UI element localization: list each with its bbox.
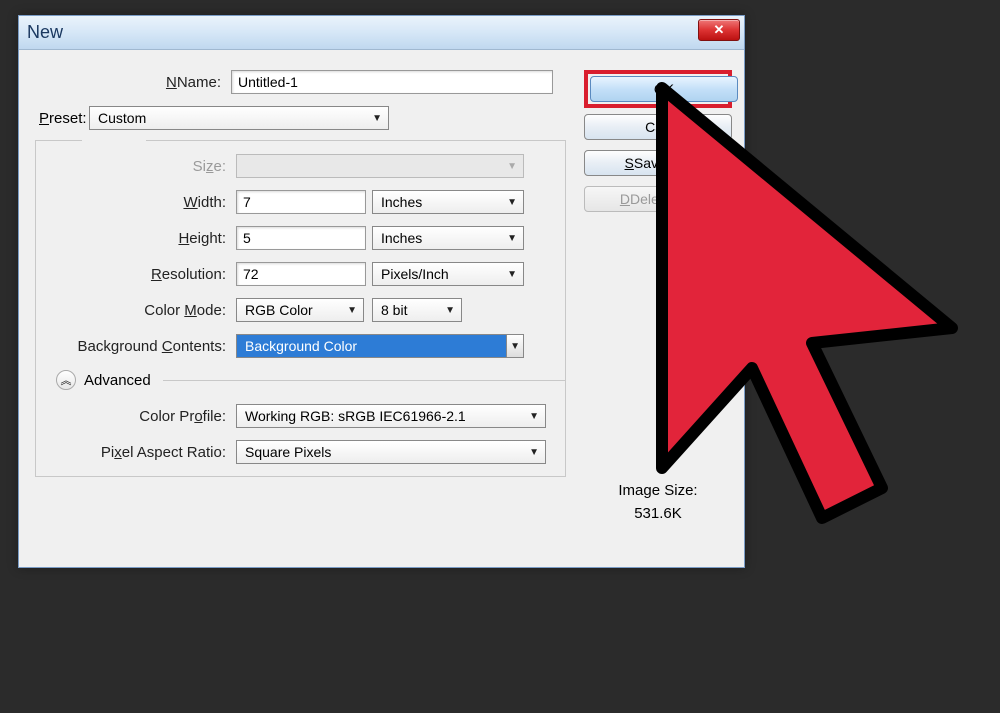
chevron-down-icon: ▼	[529, 411, 539, 422]
chevron-up-icon: ︽	[61, 372, 72, 388]
new-document-dialog: New ✕ NName: Preset: Custom ▼	[18, 15, 745, 568]
ok-button[interactable]: OK	[590, 76, 738, 102]
save-preset-button[interactable]: SSave Pre	[584, 150, 732, 176]
cancel-button[interactable]: Can	[584, 114, 732, 140]
name-label: NName:	[31, 74, 231, 91]
pixel-aspect-label: Pixel Aspect Ratio:	[36, 444, 236, 461]
titlebar[interactable]: New ✕	[19, 16, 744, 50]
height-input[interactable]	[236, 226, 366, 250]
color-profile-select[interactable]: Working RGB: sRGB IEC61966-2.1 ▼	[236, 404, 546, 428]
width-input[interactable]	[236, 190, 366, 214]
advanced-label: Advanced	[84, 372, 151, 389]
resolution-label: Resolution:	[36, 266, 236, 283]
resolution-input[interactable]	[236, 262, 366, 286]
color-mode-label: Color Mode:	[36, 302, 236, 319]
color-profile-label: Color Profile:	[36, 408, 236, 425]
close-icon: ✕	[714, 22, 725, 38]
chevron-down-icon: ▼	[445, 305, 455, 316]
preset-label: Preset:	[39, 110, 89, 127]
bg-contents-label: Background Contents:	[36, 338, 236, 355]
image-size-value: 531.6K	[584, 505, 732, 522]
close-button[interactable]: ✕	[698, 19, 740, 41]
advanced-toggle[interactable]: ︽	[56, 370, 76, 390]
chevron-down-icon: ▼	[507, 197, 517, 208]
ok-highlight-annotation: OK	[584, 70, 732, 108]
chevron-down-icon: ▼	[506, 335, 523, 357]
image-size-label: Image Size:	[584, 482, 732, 499]
height-label: Height:	[36, 230, 236, 247]
pixel-aspect-select[interactable]: Square Pixels ▼	[236, 440, 546, 464]
chevron-down-icon: ▼	[507, 161, 517, 172]
size-select: ▼	[236, 154, 524, 178]
width-label: Width:	[36, 194, 236, 211]
name-input[interactable]	[231, 70, 553, 94]
chevron-down-icon: ▼	[507, 233, 517, 244]
chevron-down-icon: ▼	[529, 447, 539, 458]
chevron-down-icon: ▼	[372, 113, 382, 124]
size-label: Size:	[36, 158, 236, 175]
bit-depth-select[interactable]: 8 bit ▼	[372, 298, 462, 322]
width-unit-select[interactable]: Inches ▼	[372, 190, 524, 214]
dialog-title: New	[27, 22, 63, 43]
divider	[163, 380, 565, 381]
preset-select[interactable]: Custom ▼	[89, 106, 389, 130]
color-mode-select[interactable]: RGB Color ▼	[236, 298, 364, 322]
resolution-unit-select[interactable]: Pixels/Inch ▼	[372, 262, 524, 286]
chevron-down-icon: ▼	[507, 269, 517, 280]
height-unit-select[interactable]: Inches ▼	[372, 226, 524, 250]
chevron-down-icon: ▼	[347, 305, 357, 316]
bg-contents-select[interactable]: Background Color ▼	[236, 334, 524, 358]
delete-preset-button: DDelete Pre	[584, 186, 732, 212]
